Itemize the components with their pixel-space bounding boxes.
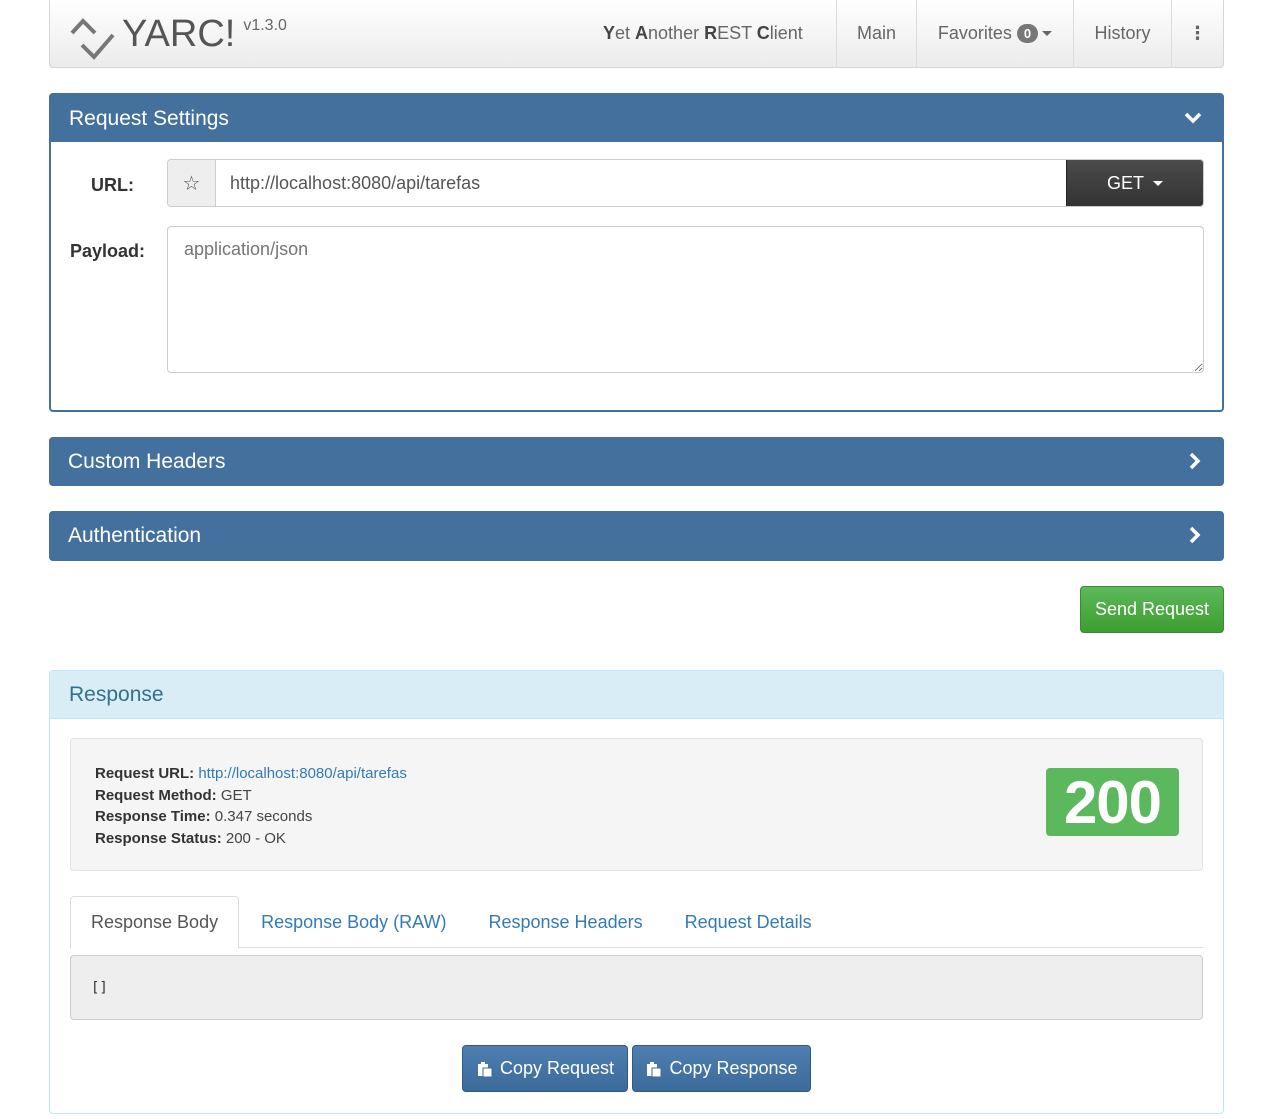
chevron-right-icon	[1189, 452, 1201, 470]
response-status-row: Response Status: 200 - OK	[95, 828, 407, 850]
tagline-letter: A	[635, 23, 649, 43]
panel-title: Response	[69, 682, 164, 706]
request-settings-header[interactable]: Request Settings	[51, 95, 1222, 142]
tagline-letter: Y	[603, 23, 616, 43]
response-time-value: 0.347 seconds	[214, 808, 313, 825]
tab-response-body-raw[interactable]: Response Body (RAW)	[241, 896, 466, 948]
nav-favorites-label: Favorites	[937, 22, 1012, 43]
authentication-header[interactable]: Authentication	[50, 512, 1223, 560]
method-label: GET	[1106, 172, 1144, 193]
url-input-group: ☆ GET	[167, 159, 1204, 207]
status-code-badge: 200	[1046, 768, 1179, 836]
payload-label: Payload:	[70, 241, 146, 261]
request-settings-panel: Request Settings URL: ☆ GET Payload:	[49, 93, 1224, 412]
nav-history-label: History	[1094, 22, 1151, 43]
chevron-right-icon	[1189, 526, 1201, 544]
tagline-word: EST	[717, 23, 757, 43]
favorites-count-badge: 0	[1016, 23, 1039, 43]
copy-request-label: Copy Request	[499, 1058, 615, 1078]
panel-title: Custom Headers	[68, 449, 226, 473]
nav-items: Main Favorites 0 History ⋮	[836, 0, 1223, 67]
tagline-letter: C	[756, 23, 770, 43]
response-status-value: 200 - OK	[225, 829, 286, 847]
method-dropdown-button[interactable]: GET	[1066, 160, 1203, 206]
caret-down-icon	[1042, 30, 1053, 36]
authentication-panel[interactable]: Authentication	[49, 511, 1224, 561]
copy-response-button[interactable]: Copy Response	[632, 1045, 811, 1092]
panel-title: Authentication	[68, 524, 202, 547]
chevron-down-icon	[1184, 112, 1202, 124]
nav-favorites-dropdown[interactable]: Favorites 0	[916, 0, 1073, 67]
request-url-row: Request URL: http://localhost:8080/api/t…	[95, 763, 407, 785]
request-url-link[interactable]: http://localhost:8080/api/tarefas	[198, 765, 406, 782]
response-tabs: Response Body Response Body (RAW) Respon…	[70, 896, 1203, 949]
response-panel: Response Request URL: http://localhost:8…	[49, 670, 1224, 1114]
response-status-label: Response Status:	[95, 829, 222, 847]
custom-headers-header[interactable]: Custom Headers	[50, 438, 1223, 485]
send-request-button[interactable]: Send Request	[1080, 586, 1224, 633]
brand-name: YARC!	[122, 13, 236, 55]
response-time-row: Response Time: 0.347 seconds	[95, 806, 407, 828]
nav-main[interactable]: Main	[836, 0, 916, 67]
url-input[interactable]	[216, 160, 1066, 206]
request-url-label: Request URL:	[95, 765, 195, 782]
panel-title: Request Settings	[69, 106, 229, 130]
nav-main-label: Main	[857, 22, 897, 43]
copy-response-label: Copy Response	[669, 1058, 798, 1078]
request-method-value: GET	[220, 786, 252, 804]
tagline: Yet Another REST Client	[603, 23, 803, 44]
tagline-word: nother	[648, 23, 705, 43]
url-label: URL:	[91, 175, 134, 195]
response-details: Request URL: http://localhost:8080/api/t…	[95, 763, 407, 849]
tab-response-headers[interactable]: Response Headers	[469, 896, 663, 948]
caret-down-icon	[1153, 180, 1163, 186]
brand-version: v1.3.0	[243, 17, 287, 34]
nav-history[interactable]: History	[1073, 0, 1171, 67]
response-header: Response	[50, 671, 1223, 719]
response-body: []	[70, 955, 1203, 1020]
yarc-logo-icon	[70, 18, 115, 60]
more-menu-icon[interactable]: ⋮	[1171, 0, 1223, 67]
copy-request-button[interactable]: Copy Request	[462, 1045, 628, 1092]
tagline-word: lient	[769, 23, 803, 43]
tab-response-body[interactable]: Response Body	[70, 896, 240, 949]
star-icon[interactable]: ☆	[168, 160, 216, 206]
custom-headers-panel[interactable]: Custom Headers	[49, 437, 1224, 486]
response-time-label: Response Time:	[95, 808, 211, 825]
request-method-row: Request Method: GET	[95, 785, 407, 807]
clipboard-icon	[647, 1061, 662, 1077]
navbar: YARC! v1.3.0 Yet Another REST Client Mai…	[49, 0, 1224, 68]
clipboard-icon	[477, 1061, 493, 1077]
tagline-word: et	[615, 23, 636, 43]
tagline-letter: R	[704, 23, 718, 43]
response-summary: Request URL: http://localhost:8080/api/t…	[70, 738, 1203, 871]
tab-request-details[interactable]: Request Details	[665, 896, 832, 948]
payload-textarea[interactable]	[167, 226, 1204, 373]
brand[interactable]: YARC! v1.3.0	[68, 11, 287, 61]
request-method-label: Request Method:	[95, 786, 217, 804]
